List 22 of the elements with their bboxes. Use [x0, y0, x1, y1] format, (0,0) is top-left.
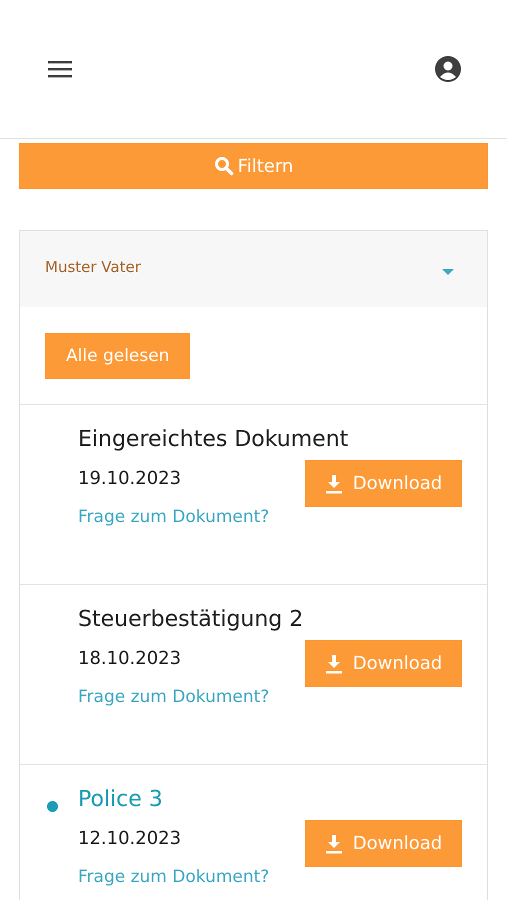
download-icon	[324, 474, 343, 494]
question-link[interactable]: Frage zum Dokument?	[78, 867, 270, 887]
document-title: Eingereichtes Dokument	[78, 427, 350, 452]
question-link[interactable]: Frage zum Dokument?	[78, 687, 270, 707]
document-date: 19.10.2023	[78, 468, 182, 489]
document-date: 18.10.2023	[78, 648, 182, 669]
download-icon	[324, 654, 343, 674]
filter-button[interactable]: Filtern	[19, 143, 488, 189]
user-avatar-icon[interactable]	[435, 56, 461, 82]
panel-header[interactable]: Muster Vater	[20, 231, 487, 307]
document-date: 12.10.2023	[78, 828, 182, 849]
download-button[interactable]: Download	[305, 820, 462, 867]
question-link[interactable]: Frage zum Dokument?	[78, 507, 270, 527]
mark-all-read-button[interactable]: Alle gelesen	[45, 333, 190, 379]
caret-icon	[441, 268, 455, 276]
document-title: Police 3	[78, 787, 164, 812]
document-title: Steuerbestätigung 2	[78, 607, 304, 632]
download-button[interactable]: Download	[305, 640, 462, 687]
search-icon	[214, 156, 234, 176]
menu-icon[interactable]	[48, 60, 72, 78]
download-button[interactable]: Download	[305, 460, 462, 507]
download-icon	[324, 834, 343, 854]
